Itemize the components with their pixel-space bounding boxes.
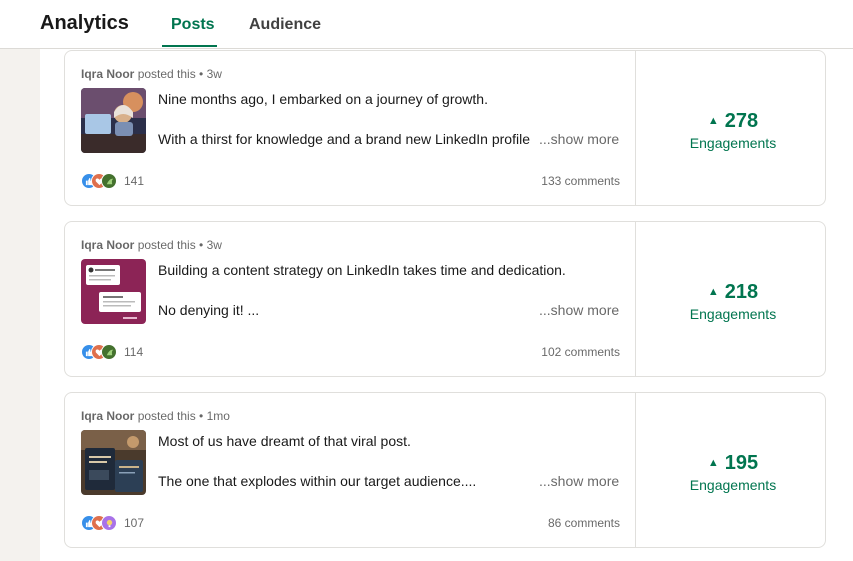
engagements-number: 195 <box>724 452 759 474</box>
engagements-number: 278 <box>724 110 759 132</box>
post-summary[interactable]: Iqra Noor posted this • 3w Building a co… <box>65 222 636 376</box>
post-text-line-1: Building a content strategy on LinkedIn … <box>158 262 566 278</box>
posts-list: Iqra Noor posted this • 3w Nine months a… <box>40 49 853 561</box>
engagements-label: Engagements <box>689 135 777 151</box>
analytics-header: Analytics Posts Audience <box>0 0 853 49</box>
post-byline: Iqra Noor posted this • 3w <box>81 67 222 81</box>
posted-meta: posted this • 1mo <box>137 409 230 423</box>
support-icon <box>101 173 117 189</box>
post-card[interactable]: Iqra Noor posted this • 3w Nine months a… <box>64 50 826 206</box>
engagements-panel: ▲ 278 Engagements <box>636 51 827 205</box>
reaction-count: 107 <box>124 516 145 530</box>
post-text-line-2: With a thirst for knowledge and a brand … <box>158 131 530 147</box>
post-text-line-2: No denying it! ... <box>158 302 260 318</box>
reaction-count: 114 <box>124 345 144 359</box>
post-byline: Iqra Noor posted this • 1mo <box>81 409 230 423</box>
show-more-link[interactable]: ...show more <box>539 302 619 318</box>
post-byline: Iqra Noor posted this • 3w <box>81 238 222 252</box>
engagements-label: Engagements <box>689 306 777 322</box>
comments-count[interactable]: 133 comments <box>541 174 620 188</box>
active-tab-indicator <box>162 45 217 47</box>
tab-audience[interactable]: Audience <box>249 16 321 34</box>
engagements-value: ▲ 218 <box>636 281 827 304</box>
engagements-value: ▲ 195 <box>636 452 827 475</box>
post-text-line-1: Most of us have dreamt of that viral pos… <box>158 433 411 449</box>
tab-posts[interactable]: Posts <box>171 16 215 34</box>
trend-up-icon: ▲ <box>707 457 719 469</box>
trend-up-icon: ▲ <box>707 286 719 298</box>
comments-count[interactable]: 102 comments <box>541 345 620 359</box>
engagements-value: ▲ 278 <box>636 110 827 133</box>
reaction-count: 141 <box>124 174 145 188</box>
post-card[interactable]: Iqra Noor posted this • 1mo Most of us h… <box>64 392 826 548</box>
support-icon <box>101 344 117 360</box>
post-thumbnail[interactable] <box>81 259 146 324</box>
author-name[interactable]: Iqra Noor <box>81 238 134 252</box>
posted-meta: posted this • 3w <box>137 67 222 81</box>
engagements-label: Engagements <box>689 477 777 493</box>
posted-meta: posted this • 3w <box>137 238 222 252</box>
engagements-number: 218 <box>724 281 759 303</box>
post-thumbnail[interactable] <box>81 88 146 153</box>
post-card[interactable]: Iqra Noor posted this • 3w Building a co… <box>64 221 826 377</box>
show-more-link[interactable]: ...show more <box>539 473 619 489</box>
author-name[interactable]: Iqra Noor <box>81 67 134 81</box>
engagements-panel: ▲ 218 Engagements <box>636 222 827 376</box>
trend-up-icon: ▲ <box>707 115 719 127</box>
post-text-line-2: The one that explodes within our target … <box>158 473 477 489</box>
post-text-line-1: Nine months ago, I embarked on a journey… <box>158 91 488 107</box>
author-name[interactable]: Iqra Noor <box>81 409 134 423</box>
page-title: Analytics <box>40 12 129 34</box>
post-summary[interactable]: Iqra Noor posted this • 3w Nine months a… <box>65 51 636 205</box>
insightful-icon <box>101 515 117 531</box>
engagements-panel: ▲ 195 Engagements <box>636 393 827 547</box>
post-thumbnail[interactable] <box>81 430 146 495</box>
show-more-link[interactable]: ...show more <box>539 131 619 147</box>
post-summary[interactable]: Iqra Noor posted this • 1mo Most of us h… <box>65 393 636 547</box>
comments-count[interactable]: 86 comments <box>548 516 620 530</box>
